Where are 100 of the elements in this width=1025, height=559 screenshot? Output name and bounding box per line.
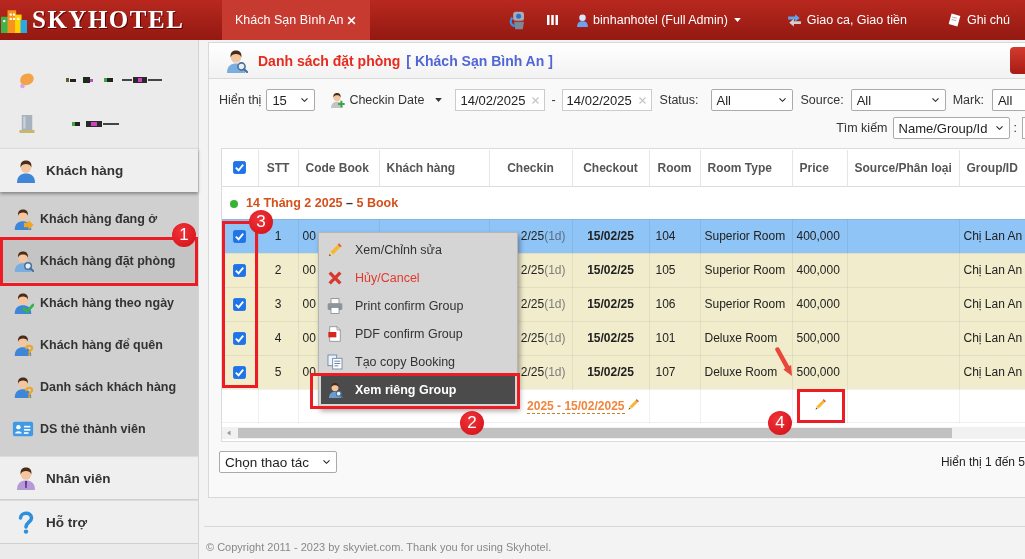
scroll-left-icon[interactable] bbox=[226, 428, 232, 437]
nights-count: (1d) bbox=[544, 297, 566, 311]
sidebar-section[interactable]: Hỗ trợ bbox=[0, 500, 198, 544]
sidebar-item[interactable]: DS thẻ thành viên bbox=[0, 408, 152, 450]
checkin-date: 2/25 bbox=[520, 331, 545, 345]
bulk-action-select[interactable]: Chọn thao tác bbox=[219, 451, 337, 473]
search-field[interactable] bbox=[1022, 117, 1025, 139]
sidebar-item[interactable]: Khách hàng để quên bbox=[0, 324, 169, 366]
sidebar-item[interactable]: Khách hàng đặt phòng bbox=[0, 240, 198, 282]
nights-count: (1d) bbox=[544, 263, 566, 277]
top-bar-link[interactable]: Giao ca, Giao tiền bbox=[786, 13, 907, 27]
column-header[interactable]: Checkout bbox=[572, 150, 649, 186]
filter-label: Hiển thị bbox=[219, 93, 262, 107]
logo-text: SKYHOTEL bbox=[32, 5, 185, 35]
close-icon[interactable] bbox=[347, 15, 356, 25]
checkout-date: 15/02/25 bbox=[587, 365, 634, 379]
checkin-date: 2/25 bbox=[520, 229, 545, 243]
row-checkbox[interactable] bbox=[233, 331, 247, 345]
room-type: Deluxe Room bbox=[704, 365, 778, 379]
filter-select[interactable]: All bbox=[850, 89, 946, 111]
row-checkbox[interactable] bbox=[233, 297, 247, 311]
group-name: Chị Lan An bbox=[963, 297, 1023, 311]
filter-select[interactable]: All bbox=[991, 89, 1025, 111]
group-name: Chị Lan An bbox=[963, 331, 1023, 345]
column-header[interactable]: Price bbox=[792, 150, 847, 186]
price: 400,000 bbox=[796, 297, 840, 311]
person-plus-icon bbox=[329, 92, 346, 108]
row-checkbox[interactable] bbox=[233, 229, 247, 243]
select-all-checkbox[interactable] bbox=[233, 161, 247, 175]
booking-code: 00 bbox=[302, 263, 316, 277]
columns-icon[interactable] bbox=[546, 14, 560, 26]
highlight-frame bbox=[797, 389, 845, 423]
price: 400,000 bbox=[796, 263, 840, 277]
horizontal-scrollbar[interactable] bbox=[222, 426, 1025, 439]
pencil-icon[interactable] bbox=[814, 398, 827, 411]
building-icon bbox=[18, 114, 36, 134]
column-header[interactable]: Source/Phân loại bbox=[847, 150, 959, 186]
column-header[interactable]: STT bbox=[258, 150, 298, 186]
checkout-date: 15/02/25 bbox=[587, 263, 634, 277]
chevron-down-icon bbox=[993, 124, 1005, 132]
status-dot-icon bbox=[230, 199, 238, 208]
search-by-select[interactable]: Name/Group/Id bbox=[892, 117, 1010, 139]
context-menu-item[interactable]: Xem riêng Group bbox=[321, 376, 515, 404]
room-type: Superior Room bbox=[704, 229, 786, 243]
callout-number: 1 bbox=[172, 223, 196, 247]
user-menu[interactable]: binhanhotel (Full Admin) bbox=[576, 12, 742, 28]
pagination-info: Hiển thị 1 đến 5 bbox=[940, 455, 1025, 469]
sidebar-item[interactable]: Danh sách khách hàng bbox=[0, 366, 183, 408]
hotel-tab[interactable]: Khách Sạn Bình An bbox=[222, 0, 370, 40]
sidebar-item[interactable]: Khách hàng đang ở bbox=[0, 198, 164, 240]
column-header[interactable]: Room bbox=[649, 150, 700, 186]
pencil-icon[interactable] bbox=[626, 398, 640, 411]
caret-icon bbox=[732, 16, 742, 24]
column-header[interactable]: Khách hàng bbox=[379, 150, 489, 186]
group-name: Chị Lan An bbox=[963, 229, 1023, 243]
callout-number: 3 bbox=[249, 210, 273, 234]
chevron-down-icon bbox=[776, 96, 788, 104]
person-search-icon bbox=[224, 48, 248, 73]
sidebar-section[interactable]: Khách hàng bbox=[0, 148, 198, 192]
date-to-field[interactable]: 14/02/2025 bbox=[561, 89, 652, 111]
column-header[interactable]: Checkin bbox=[489, 150, 572, 186]
checkin-date: 2/25 bbox=[520, 365, 545, 379]
scrollbar-thumb[interactable] bbox=[238, 427, 952, 438]
top-bar-link[interactable]: Ghi chú bbox=[946, 13, 1010, 27]
person-search-icon bbox=[327, 382, 343, 398]
group-name: Chị Lan An bbox=[963, 263, 1023, 277]
row-checkbox[interactable] bbox=[233, 263, 247, 277]
price: 500,000 bbox=[796, 365, 840, 379]
row-checkbox[interactable] bbox=[233, 365, 247, 379]
booking-code: 00 bbox=[302, 331, 316, 345]
person-question-icon bbox=[12, 376, 34, 398]
chevron-down-icon bbox=[321, 458, 332, 466]
room-number: 105 bbox=[655, 263, 676, 277]
price: 400,000 bbox=[796, 229, 840, 243]
date-from-field[interactable]: 14/02/2025 bbox=[455, 89, 546, 111]
room-number: 106 bbox=[655, 297, 676, 311]
column-header[interactable]: Group/ID bbox=[959, 150, 1025, 186]
cross-icon bbox=[327, 270, 343, 286]
context-menu-item[interactable]: PDF confirm Group bbox=[319, 320, 517, 348]
page-size-select[interactable]: 15 bbox=[266, 89, 316, 111]
hotel-name: [ Khách Sạn Bình An ] bbox=[406, 52, 553, 69]
filter-select[interactable]: All bbox=[710, 89, 793, 111]
date-type-dropdown[interactable]: Checkin Date bbox=[329, 92, 444, 108]
sidebar-item[interactable]: Khách hàng theo ngày bbox=[0, 282, 181, 324]
sidebar-section[interactable]: Nhân viên bbox=[0, 456, 198, 500]
column-header[interactable]: Code Book bbox=[298, 150, 379, 186]
pdf-file-icon bbox=[327, 326, 343, 342]
chevron-down-icon bbox=[929, 96, 941, 104]
date-separator: - bbox=[551, 93, 556, 107]
page-title: Danh sách đặt phòng bbox=[258, 52, 401, 69]
filter-label: Mark: bbox=[952, 93, 984, 107]
column-header[interactable]: Room Type bbox=[700, 150, 792, 186]
context-menu-item[interactable]: Print confirm Group bbox=[319, 292, 517, 320]
room-number: 104 bbox=[655, 229, 676, 243]
room-type: Superior Room bbox=[704, 263, 786, 277]
note-icon bbox=[946, 13, 962, 27]
caret-icon bbox=[434, 96, 444, 104]
checkout-date: 15/02/25 bbox=[587, 331, 634, 345]
callout-arrow bbox=[775, 347, 794, 378]
person-search-icon bbox=[12, 250, 34, 272]
